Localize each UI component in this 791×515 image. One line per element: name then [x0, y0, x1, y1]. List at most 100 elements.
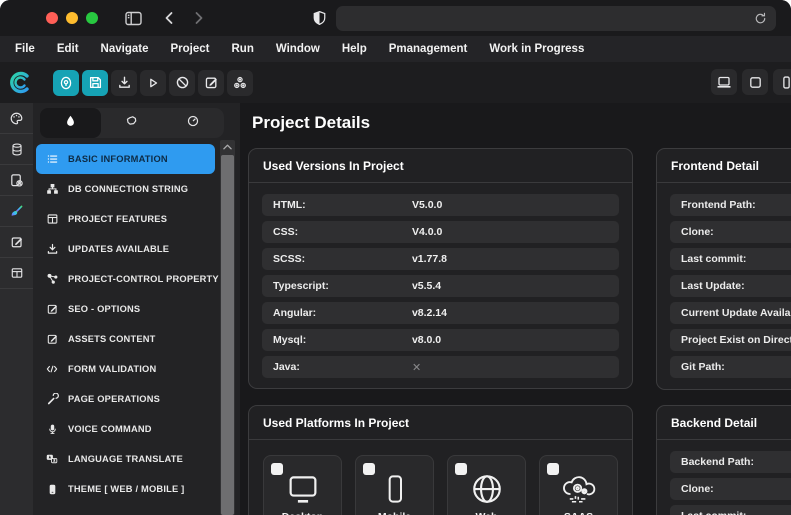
file-user-icon[interactable]: [0, 165, 33, 196]
paintbrush-icon[interactable]: [0, 196, 33, 227]
palette-icon[interactable]: [0, 103, 33, 134]
row-label: Java:: [273, 361, 300, 373]
scroll-up-icon[interactable]: [220, 140, 235, 154]
sidebar-item-label: DB CONNECTION STRING: [68, 184, 189, 194]
sidebar-item-form-validation[interactable]: FORM VALIDATION: [36, 354, 215, 384]
run-button[interactable]: [140, 69, 166, 96]
save-button[interactable]: [82, 69, 108, 96]
shape-icon: [124, 114, 139, 133]
menu-run[interactable]: Run: [220, 36, 264, 62]
row-value: v8.2.14: [411, 307, 447, 319]
row-label: Project Exist on Directory:: [681, 334, 791, 346]
version-row-typescript: Typescript: v5.5.4: [262, 275, 619, 297]
mobile-checkbox[interactable]: [363, 463, 375, 475]
minimize-window-button[interactable]: [66, 12, 78, 24]
menu-edit[interactable]: Edit: [46, 36, 90, 62]
code-icon: [42, 363, 62, 375]
saas-checkbox[interactable]: [547, 463, 559, 475]
tablet-preview-button[interactable]: [742, 69, 768, 95]
row-label: SCSS:: [273, 253, 306, 265]
sidebar-item-project-control-property[interactable]: PROJECT-CONTROL PROPERTY: [36, 264, 219, 294]
platform-label: Web: [476, 511, 498, 515]
scrollbar-thumb[interactable]: [221, 155, 234, 515]
edit-button[interactable]: [198, 69, 224, 96]
download-button[interactable]: [111, 69, 137, 96]
forward-icon[interactable]: [190, 9, 208, 27]
card-title: Used Platforms In Project: [249, 406, 632, 440]
row-value: v5.5.4: [411, 280, 442, 292]
sidebar-scrollbar[interactable]: [220, 140, 235, 515]
platform-tile-mobile[interactable]: Mobile: [355, 455, 434, 515]
row-label: Last Update:: [681, 280, 745, 292]
sidebar-item-updates-available[interactable]: UPDATES AVAILABLE: [36, 234, 215, 264]
edit-square-icon[interactable]: [0, 227, 33, 258]
sidebar-item-assets-content[interactable]: ASSETS CONTENT: [36, 324, 215, 354]
title-bar: [0, 0, 791, 36]
platform-tile-desktop[interactable]: Desktop: [263, 455, 342, 515]
frontend-row: Frontend Path:: [670, 194, 791, 216]
backend-row: Clone:: [670, 478, 791, 500]
cloud-gears-icon: [560, 471, 598, 507]
sidebar-item-db-connection-string[interactable]: DB CONNECTION STRING: [36, 174, 215, 204]
zoom-window-button[interactable]: [86, 12, 98, 24]
platform-tile-web[interactable]: Web: [447, 455, 526, 515]
menu-navigate[interactable]: Navigate: [90, 36, 160, 62]
toolbar: [0, 62, 791, 103]
frontend-row: Git Path:: [670, 356, 791, 378]
address-bar[interactable]: [336, 5, 776, 31]
globe-icon: [470, 471, 504, 507]
badge-button[interactable]: [53, 69, 79, 96]
version-row-java: Java: ✕: [262, 356, 619, 378]
laptop-preview-button[interactable]: [711, 69, 737, 95]
version-row-css: CSS: V4.0.0: [262, 221, 619, 243]
sidebar-item-label: FORM VALIDATION: [68, 364, 157, 374]
sidebar-item-project-features[interactable]: PROJECT FEATURES: [36, 204, 215, 234]
platform-tile-saas[interactable]: SAAS: [539, 455, 618, 515]
sidebar-item-seo-options[interactable]: SEO - OPTIONS: [36, 294, 215, 324]
sidebar-item-language-translate[interactable]: LANGUAGE TRANSLATE: [36, 444, 215, 474]
main-content: Project Details Used Versions In Project…: [240, 103, 791, 515]
tab-clock[interactable]: [163, 108, 224, 138]
page-title: Project Details: [252, 113, 371, 132]
menu-window[interactable]: Window: [265, 36, 331, 62]
close-window-button[interactable]: [46, 12, 58, 24]
translate-icon: [42, 453, 62, 465]
menu-pmanagement[interactable]: Pmanagement: [378, 36, 479, 62]
x-icon: ✕: [411, 361, 422, 374]
row-value: v1.77.8: [411, 253, 447, 265]
sidebar-item-basic-information[interactable]: BASIC INFORMATION: [36, 144, 215, 174]
droplet-icon: [64, 114, 77, 133]
shield-icon[interactable]: [310, 9, 328, 27]
refresh-icon[interactable]: [751, 9, 769, 27]
sidebar-item-page-operations[interactable]: PAGE OPERATIONS: [36, 384, 215, 414]
row-label: Last commit:: [681, 253, 747, 265]
layout-grid-icon[interactable]: [0, 258, 33, 289]
menu-project[interactable]: Project: [159, 36, 220, 62]
desktop-checkbox[interactable]: [271, 463, 283, 475]
menu-file[interactable]: File: [4, 36, 46, 62]
menu-work-in-progress[interactable]: Work in Progress: [478, 36, 595, 62]
sidebar-item-voice-command[interactable]: VOICE COMMAND: [36, 414, 215, 444]
version-row-angular: Angular: v8.2.14: [262, 302, 619, 324]
cluster-button[interactable]: [227, 69, 253, 96]
phone-preview-button[interactable]: [773, 69, 791, 95]
tab-droplet[interactable]: [40, 108, 102, 138]
row-label: Clone:: [681, 483, 714, 495]
sidebar-toggle-icon[interactable]: [124, 9, 142, 27]
clock-icon: [186, 114, 200, 133]
backend-detail-card: Backend Detail Backend Path: Clone: Last…: [656, 405, 791, 515]
database-icon[interactable]: [0, 134, 33, 165]
web-checkbox[interactable]: [455, 463, 467, 475]
frontend-detail-card: Frontend Detail Frontend Path: Clone: La…: [656, 148, 791, 390]
block-button[interactable]: [169, 69, 195, 96]
back-icon[interactable]: [160, 9, 178, 27]
list-icon: [42, 153, 62, 165]
mobile-icon: [42, 483, 62, 496]
app-logo-icon: [7, 69, 34, 96]
sidebar-item-theme-web-mobile[interactable]: THEME [ WEB / MOBILE ]: [36, 474, 215, 504]
version-row-mysql: Mysql: v8.0.0: [262, 329, 619, 351]
menu-help[interactable]: Help: [331, 36, 378, 62]
backend-row: Backend Path:: [670, 451, 791, 473]
tab-shape[interactable]: [101, 108, 162, 138]
frontend-row: Last commit:: [670, 248, 791, 270]
